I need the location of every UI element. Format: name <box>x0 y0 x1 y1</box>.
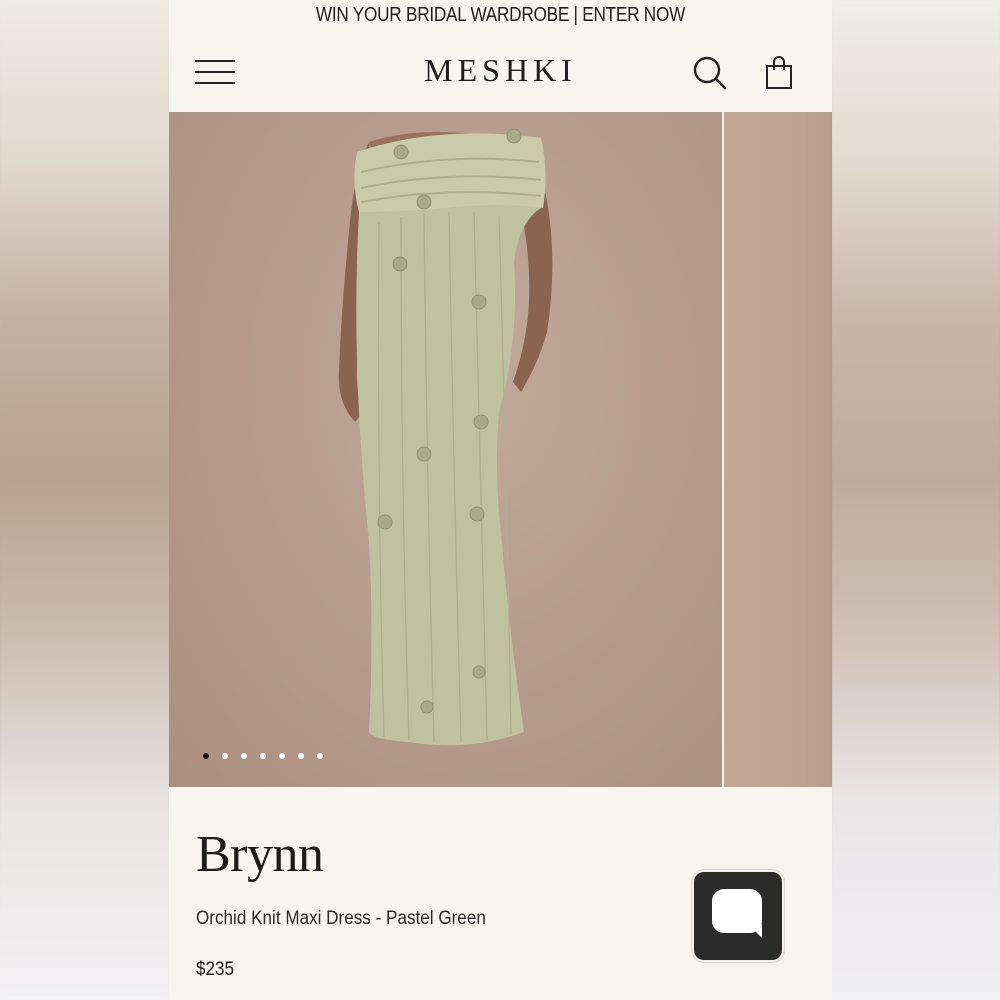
mobile-page: WIN YOUR BRIDAL WARDROBE | ENTER NOW MES… <box>169 0 832 1000</box>
carousel-dot[interactable] <box>260 753 266 759</box>
brand-logo[interactable]: MESHKI <box>169 52 832 89</box>
next-product-photo-peek[interactable] <box>724 112 832 787</box>
carousel-dot[interactable] <box>317 753 323 759</box>
carousel-dot[interactable] <box>241 753 247 759</box>
product-image-carousel[interactable] <box>169 112 832 787</box>
carousel-dot[interactable] <box>222 753 228 759</box>
chat-button[interactable] <box>692 870 784 962</box>
background-blur-left <box>0 0 169 1000</box>
site-header: MESHKI <box>169 30 832 112</box>
product-title: Brynn <box>196 826 324 883</box>
carousel-dot[interactable] <box>279 753 285 759</box>
search-icon[interactable] <box>693 56 727 90</box>
dress-model-illustration <box>338 128 553 746</box>
product-info: Brynn Orchid Knit Maxi Dress - Pastel Gr… <box>169 787 832 1000</box>
shopping-bag-icon[interactable] <box>765 56 793 90</box>
carousel-indicator <box>203 753 323 759</box>
promo-banner[interactable]: WIN YOUR BRIDAL WARDROBE | ENTER NOW <box>215 0 785 30</box>
product-price: $235 <box>196 959 235 980</box>
carousel-dot[interactable] <box>298 753 304 759</box>
carousel-dot[interactable] <box>203 753 209 759</box>
product-photo[interactable] <box>169 112 722 787</box>
product-description: Orchid Knit Maxi Dress - Pastel Green <box>196 908 486 929</box>
background-blur-right <box>832 0 1000 1000</box>
